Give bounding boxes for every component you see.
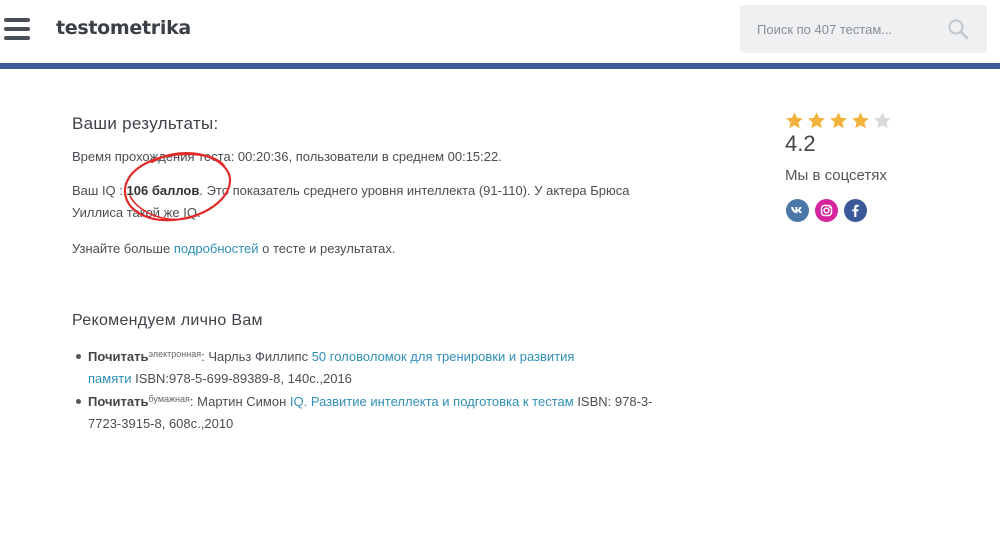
facebook-icon [844,199,867,222]
search-input[interactable] [740,5,945,53]
iq-prefix: Ваш IQ : [72,183,127,198]
list-bullet [76,354,81,359]
details-link[interactable]: подробностей [174,241,259,256]
recommend-item-2: Почитатьбумажная: Мартин Симон IQ. Разви… [88,394,653,409]
results-title: Ваши результаты: [72,114,219,133]
iq-text: Ваш IQ : 106 баллов. Это показатель сред… [72,180,630,202]
vk-button[interactable] [786,199,809,222]
logo[interactable]: testometrika [56,17,191,39]
star-icon[interactable] [851,111,870,130]
more-info-text: Узнайте больше подробностей о тесте и ре… [72,241,396,256]
instagram-button[interactable] [815,199,838,222]
book-link-1[interactable]: 50 головоломок для тренировки и развития [312,349,575,364]
recommend-item-1: Почитатьэлектронная: Чарльз Филлипс 50 г… [88,349,575,364]
vk-icon [786,199,809,222]
search-icon[interactable] [947,18,969,40]
iq-text-continued: Уиллиса такой же IQ. [72,205,201,220]
iq-score: 106 баллов [126,183,200,198]
star-icon[interactable] [873,111,892,130]
iq-description: . Это показатель среднего уровня интелле… [199,183,630,198]
time-text: Время прохождения теста: 00:20:36, польз… [72,149,502,164]
star-icon[interactable] [807,111,826,130]
search-box [740,5,987,53]
list-bullet [76,399,81,404]
facebook-button[interactable] [844,199,867,222]
star-icon[interactable] [785,111,804,130]
rating-value: 4.2 [785,131,816,156]
recommend-title: Рекомендуем лично Вам [72,312,263,329]
recommend-item-2-continued: 7723-3915-8, 608с.,2010 [88,416,234,431]
book-link-2[interactable]: IQ. Развитие интеллекта и подготовка к т… [290,394,574,409]
header: testometrika [0,0,1000,64]
header-accent-bar [0,63,1000,69]
book-link-1-continued[interactable]: памяти [88,371,131,386]
recommend-item-1-continued: памяти ISBN:978-5-699-89389-8, 140с.,201… [88,371,352,386]
instagram-icon [815,199,838,222]
social-title: Мы в соцсетях [785,167,887,184]
menu-icon[interactable] [4,18,30,40]
star-icon[interactable] [829,111,848,130]
